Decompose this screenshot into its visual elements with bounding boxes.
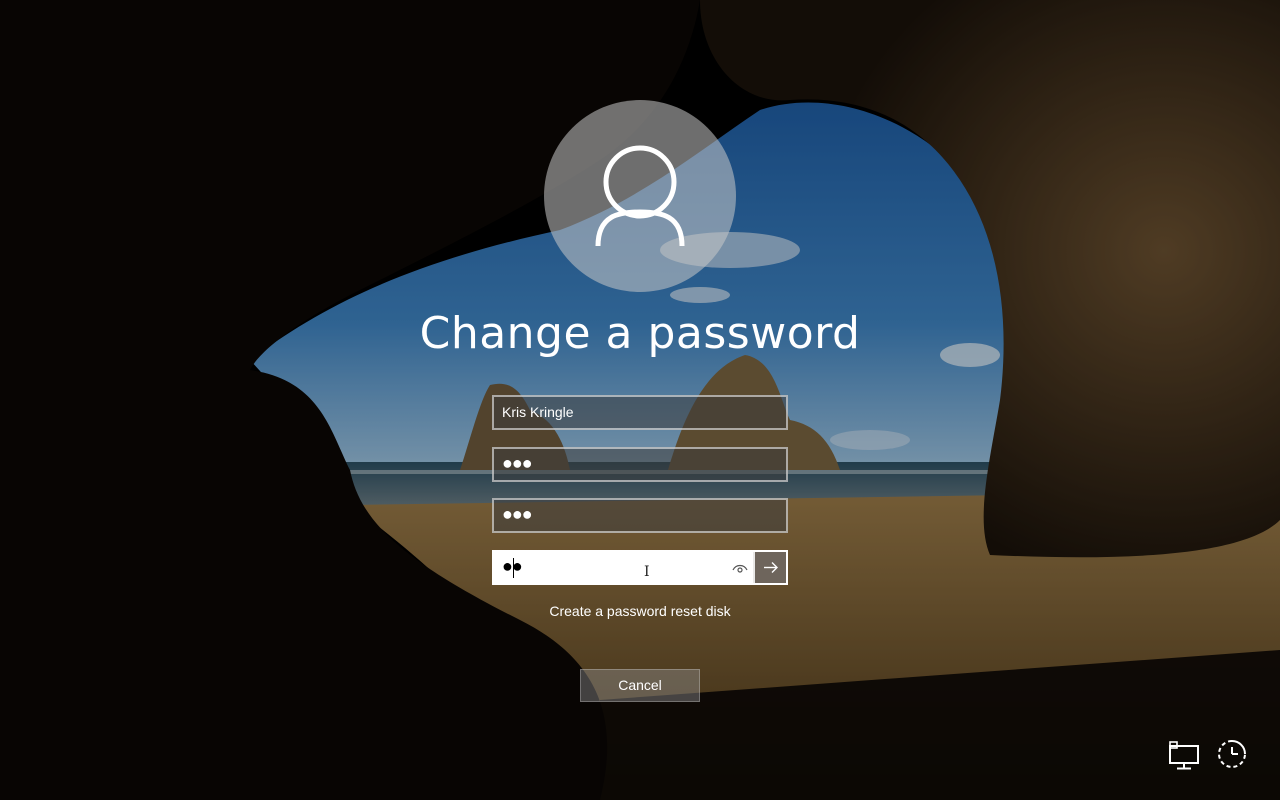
arrow-right-icon (764, 562, 778, 573)
new-password-field[interactable]: ●●● (492, 498, 788, 533)
eye-icon[interactable] (732, 561, 748, 575)
old-password-field[interactable]: ●●● (492, 447, 788, 482)
username-value: Kris Kringle (502, 404, 574, 420)
confirm-password-field[interactable]: ●● I (492, 550, 788, 585)
old-password-mask: ●●● (502, 453, 533, 473)
network-icon[interactable] (1167, 740, 1201, 770)
ease-of-access-icon[interactable] (1215, 739, 1249, 769)
cancel-button[interactable]: Cancel (580, 669, 700, 702)
page-title: Change a password (419, 308, 861, 359)
confirm-password-mask: ●● (502, 556, 523, 576)
user-avatar (544, 100, 736, 292)
submit-button[interactable] (753, 552, 786, 583)
text-caret (513, 558, 514, 578)
new-password-mask: ●●● (502, 504, 533, 524)
ibeam-cursor-icon: I (644, 564, 650, 580)
username-field[interactable]: Kris Kringle (492, 395, 788, 430)
user-icon (595, 145, 685, 247)
create-reset-disk-link[interactable]: Create a password reset disk (440, 603, 840, 619)
